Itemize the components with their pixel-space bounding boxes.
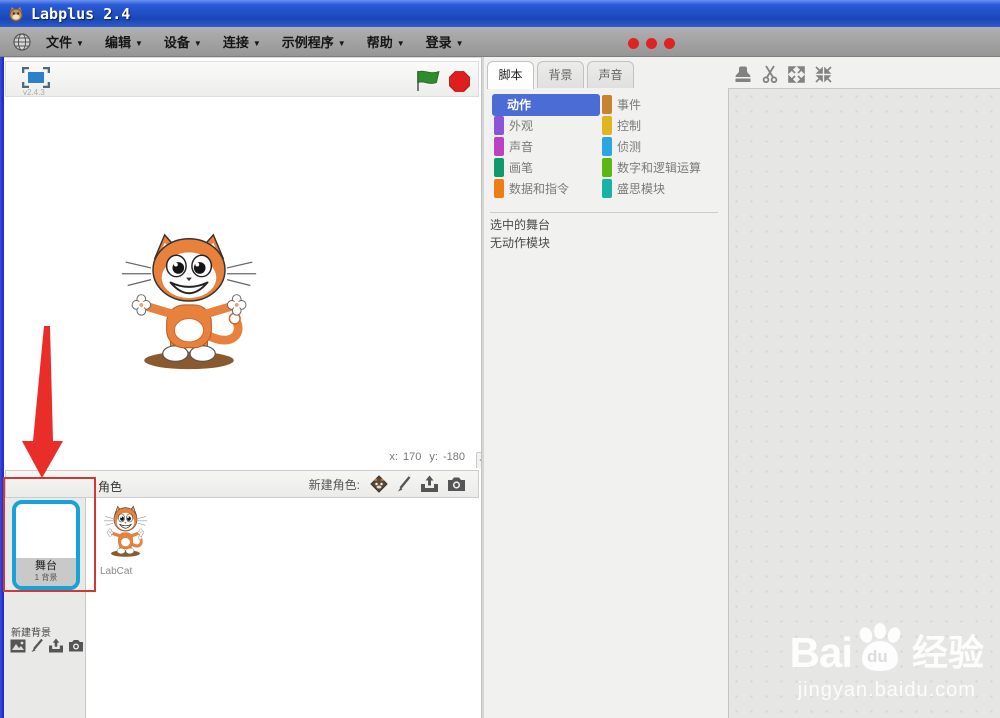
category-control[interactable]: 控制: [602, 115, 641, 136]
dropdown-caret-icon: [338, 33, 346, 51]
menu-bar: 文件 编辑 设备 连接 示例程序 帮助 登录: [0, 27, 1000, 57]
palette-divider: [490, 212, 718, 213]
selected-target-label: 选中的舞台: [490, 218, 551, 232]
shrink-sprite-icon[interactable]: [815, 65, 832, 83]
category-pen[interactable]: 画笔: [494, 157, 533, 178]
green-flag-icon[interactable]: [415, 70, 440, 92]
red-dot-icon: [628, 38, 639, 49]
window-title: Labplus 2.4: [31, 4, 131, 23]
menu-login[interactable]: 登录: [426, 32, 464, 51]
watermark-brand: Bai: [789, 629, 853, 676]
dropdown-caret-icon: [194, 33, 202, 51]
dropdown-caret-icon: [76, 33, 84, 51]
category-labplus-modules[interactable]: 盛思模块: [602, 178, 665, 199]
red-dot-icon: [646, 38, 657, 49]
category-color-chip: [602, 158, 612, 177]
category-data[interactable]: 数据和指令: [494, 178, 569, 199]
new-sprite-label: 新建角色:: [308, 477, 360, 492]
grow-sprite-icon[interactable]: [788, 65, 805, 83]
menu-edit[interactable]: 编辑: [105, 32, 143, 51]
category-color-chip: [602, 179, 612, 198]
image-library-icon[interactable]: [10, 639, 26, 653]
sprite-name-label: LabCat: [100, 566, 133, 577]
camera-icon[interactable]: [447, 476, 466, 492]
red-dot-icon: [664, 38, 675, 49]
script-toolbar: [734, 65, 832, 83]
dropdown-caret-icon: [397, 33, 405, 51]
menu-file[interactable]: 文件: [46, 32, 84, 51]
dropdown-caret-icon: [253, 33, 261, 51]
no-blocks-label: 无动作模块: [490, 236, 551, 250]
blocks-panel: 脚本 背景 声音 动作 外观 声音 画笔 数据和指令 事件 控制 侦测 数字和逻…: [484, 57, 1000, 718]
category-color-chip: [494, 158, 504, 177]
category-looks[interactable]: 外观: [494, 115, 533, 136]
dropdown-caret-icon: [135, 33, 143, 51]
category-events[interactable]: 事件: [602, 94, 641, 115]
stop-icon[interactable]: [449, 71, 470, 92]
upload-icon[interactable]: [48, 638, 64, 653]
tab-scripts[interactable]: 脚本: [487, 61, 534, 89]
category-color-chip: [494, 179, 504, 198]
upload-icon[interactable]: [420, 475, 439, 493]
menu-device[interactable]: 设备: [164, 32, 202, 51]
category-color-chip: [602, 116, 612, 135]
dropdown-caret-icon: [456, 33, 464, 51]
tab-backdrops[interactable]: 背景: [537, 61, 584, 88]
stage-header: v2.4.3: [5, 61, 479, 97]
tab-sounds[interactable]: 声音: [587, 61, 634, 88]
sprite-item-labcat[interactable]: LabCat: [100, 504, 150, 577]
labcat-thumbnail[interactable]: [101, 504, 149, 559]
paintbrush-icon[interactable]: [30, 638, 44, 653]
version-label: v2.4.3: [23, 88, 45, 97]
menu-connect[interactable]: 连接: [223, 32, 261, 51]
script-workspace[interactable]: Bai du 经验 jingyan.baidu.com: [728, 88, 1000, 718]
category-sensing[interactable]: 侦测: [602, 136, 641, 157]
app-logo-icon: [9, 6, 23, 21]
language-globe-icon[interactable]: [12, 32, 32, 52]
new-backdrop-toolbar: [10, 638, 84, 653]
new-sprite-toolbar: 新建角色:: [309, 475, 466, 493]
sprites-section-title: 角色: [98, 480, 123, 494]
category-color-chip: [602, 95, 612, 114]
title-bar: Labplus 2.4: [0, 0, 1000, 27]
menu-examples[interactable]: 示例程序: [282, 32, 346, 51]
category-operators[interactable]: 数字和逻辑运算: [602, 157, 701, 178]
sprite-list: LabCat: [86, 498, 479, 718]
labcat-sprite-on-stage[interactable]: [116, 229, 262, 375]
watermark-suffix: 经验: [911, 632, 984, 673]
new-backdrop-label: 新建背景: [11, 628, 51, 639]
category-color-chip: [602, 137, 612, 156]
recording-dots: [628, 38, 675, 49]
mouse-coordinates: x: 170 y: -180: [389, 451, 465, 463]
sprite-library-icon[interactable]: [370, 475, 388, 493]
category-color-chip: [494, 137, 504, 156]
watermark-url: jingyan.baidu.com: [797, 679, 976, 701]
red-highlight-box-annotation: [3, 477, 96, 592]
app-window: Labplus 2.4 文件 编辑 设备 连接 示例程序 帮助 登录: [0, 0, 1000, 718]
baidu-watermark: Bai du 经验 jingyan.baidu.com: [790, 623, 984, 702]
fullscreen-icon[interactable]: [22, 67, 50, 88]
menu-help[interactable]: 帮助: [367, 32, 405, 51]
scissors-delete-icon[interactable]: [762, 65, 778, 83]
category-color-chip: [494, 116, 504, 135]
camera-icon[interactable]: [68, 639, 84, 652]
category-sound[interactable]: 声音: [494, 136, 533, 157]
stage-panel: v2.4.3 x: 170 y: -180: [4, 57, 488, 469]
category-motion[interactable]: 动作: [492, 94, 600, 116]
paintbrush-icon[interactable]: [396, 475, 412, 493]
block-palette: 动作 外观 声音 画笔 数据和指令 事件 控制 侦测 数字和逻辑运算 盛思模块 …: [484, 88, 728, 718]
stage-canvas[interactable]: [5, 97, 479, 451]
stamp-duplicate-icon[interactable]: [734, 66, 752, 83]
